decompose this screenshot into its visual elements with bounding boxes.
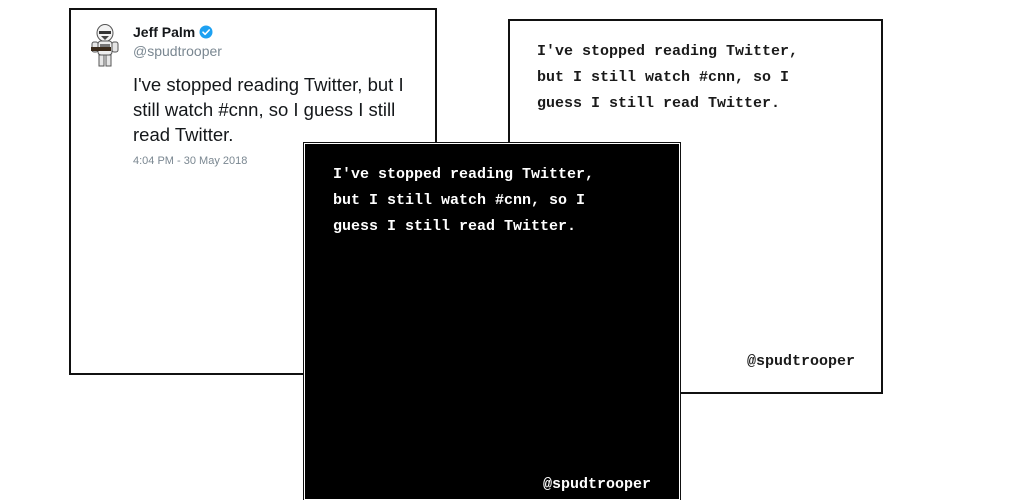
author-name-text: Jeff Palm xyxy=(133,24,196,40)
verified-badge-icon xyxy=(199,25,213,39)
black-card-handle: @spudtrooper xyxy=(542,476,651,493)
black-card-quote: I've stopped reading Twitter, but I stil… xyxy=(333,166,595,235)
white-card-quote: I've stopped reading Twitter, but I stil… xyxy=(537,43,799,112)
black-quote-card: I've stopped reading Twitter, but I stil… xyxy=(303,142,681,500)
white-card-handle: @spudtrooper xyxy=(746,353,855,370)
author-handle[interactable]: @spudtrooper xyxy=(133,43,222,59)
tweet-timestamp[interactable]: 4:04 PM - 30 May 2018 xyxy=(133,155,247,167)
tweet-text: I've stopped reading Twitter, but I stil… xyxy=(133,74,404,145)
stormtrooper-avatar-icon xyxy=(86,22,124,68)
author-name[interactable]: Jeff Palm xyxy=(133,24,213,40)
